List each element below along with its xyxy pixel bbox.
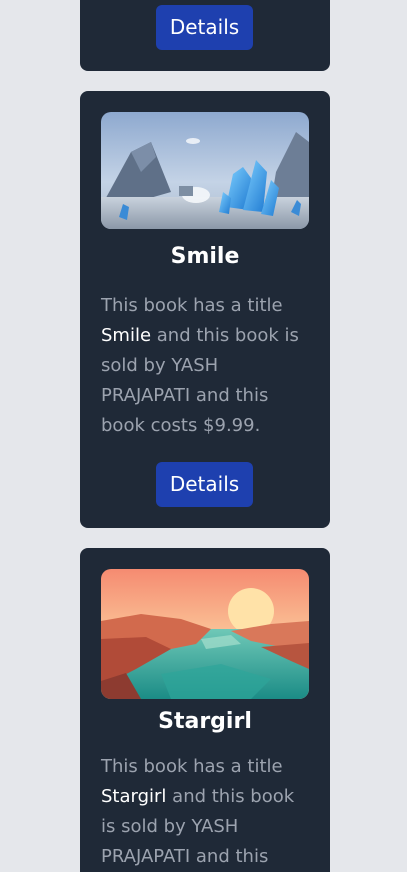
book-title: Smile (170, 244, 240, 269)
book-description: This book has a title Smile and this boo… (101, 291, 313, 441)
book-description: This book has a title Stargirl and this … (101, 752, 313, 872)
book-cover-image (101, 569, 309, 699)
desc-book-title: Smile (101, 325, 152, 346)
book-cover-image (101, 112, 309, 229)
details-button[interactable]: Details (156, 5, 253, 50)
desc-prefix: This book has a title (101, 756, 283, 777)
book-card: Smile This book has a title Smile and th… (80, 91, 330, 528)
desc-book-title: Stargirl (101, 786, 167, 807)
page: Details Smile This book has a title Smil… (0, 0, 407, 872)
book-card: Details (80, 0, 330, 71)
desc-prefix: This book has a title (101, 295, 283, 316)
book-title: Stargirl (158, 709, 252, 734)
book-card: Stargirl This book has a title Stargirl … (80, 548, 330, 872)
details-button[interactable]: Details (156, 462, 253, 507)
